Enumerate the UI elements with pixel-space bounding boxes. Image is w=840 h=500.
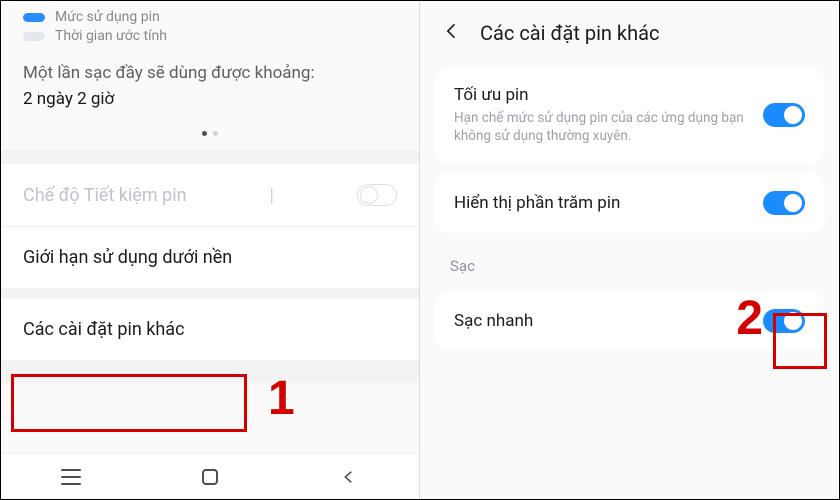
- show-battery-percent-toggle[interactable]: [763, 191, 805, 215]
- charging-category-label: Sạc: [420, 243, 839, 281]
- background-usage-limit-row[interactable]: Giới hạn sử dụng dưới nền: [1, 227, 419, 289]
- pager-dot-1[interactable]: [202, 131, 207, 136]
- power-saving-mode-label: Chế độ Tiết kiệm pin: [23, 185, 187, 206]
- legend-swatch-estimate: [23, 32, 45, 41]
- more-battery-settings-label: Các cài đặt pin khác: [23, 319, 185, 340]
- fast-charging-row[interactable]: Sạc nhanh: [434, 291, 825, 351]
- bottom-gap: [1, 361, 419, 383]
- system-nav-bar: [1, 453, 419, 499]
- legend-usage: Mức sử dụng pin: [23, 9, 397, 25]
- nav-home-icon[interactable]: [199, 466, 221, 488]
- legend-estimate: Thời gian ước tính: [23, 28, 397, 44]
- legend-swatch-usage: [23, 13, 45, 22]
- legend-estimate-label: Thời gian ước tính: [55, 28, 167, 44]
- charge-estimate-prefix: Một lần sạc đầy sẽ dùng được khoảng:: [23, 63, 397, 83]
- fast-charging-toggle[interactable]: [763, 309, 805, 333]
- charge-estimate: Một lần sạc đầy sẽ dùng được khoảng: 2 n…: [1, 53, 419, 123]
- power-saving-toggle[interactable]: [357, 184, 397, 206]
- usage-legend: Mức sử dụng pin Thời gian ước tính: [1, 1, 419, 53]
- pager-dot-2[interactable]: [213, 131, 218, 136]
- show-battery-percent-label: Hiển thị phần trăm pin: [454, 193, 749, 213]
- nav-recents-icon[interactable]: [60, 466, 82, 488]
- back-icon[interactable]: [442, 21, 462, 45]
- more-battery-settings-row[interactable]: Các cài đặt pin khác: [1, 299, 419, 361]
- more-battery-settings-screen: Các cài đặt pin khác Tối ưu pin Hạn chế …: [420, 1, 839, 499]
- background-usage-limit-label: Giới hạn sử dụng dưới nền: [23, 247, 232, 268]
- optimize-battery-subtitle: Hạn chế mức sử dụng pin của các ứng dụng…: [454, 109, 749, 145]
- screen-title: Các cài đặt pin khác: [480, 21, 659, 45]
- battery-optimize-card: Tối ưu pin Hạn chế mức sử dụng pin của c…: [434, 67, 825, 163]
- optimize-battery-row[interactable]: Tối ưu pin Hạn chế mức sử dụng pin của c…: [434, 67, 825, 163]
- show-battery-percent-row[interactable]: Hiển thị phần trăm pin: [434, 173, 825, 233]
- optimize-battery-toggle[interactable]: [763, 103, 805, 127]
- fast-charging-label: Sạc nhanh: [454, 311, 749, 331]
- divider-pipe: |: [270, 185, 274, 206]
- optimize-battery-title: Tối ưu pin: [454, 85, 749, 105]
- section-divider: [1, 150, 419, 164]
- screen-header: Các cài đặt pin khác: [420, 1, 839, 57]
- charge-estimate-value: 2 ngày 2 giờ: [23, 89, 397, 109]
- section-divider: [1, 289, 419, 299]
- power-saving-mode-row[interactable]: Chế độ Tiết kiệm pin |: [1, 164, 419, 227]
- show-percent-card: Hiển thị phần trăm pin: [434, 173, 825, 233]
- battery-overview-screen: Mức sử dụng pin Thời gian ước tính Một l…: [1, 1, 420, 499]
- legend-usage-label: Mức sử dụng pin: [55, 9, 160, 25]
- charging-card: Sạc nhanh: [434, 291, 825, 351]
- pager-dots[interactable]: [1, 123, 419, 150]
- nav-back-icon[interactable]: [338, 466, 360, 488]
